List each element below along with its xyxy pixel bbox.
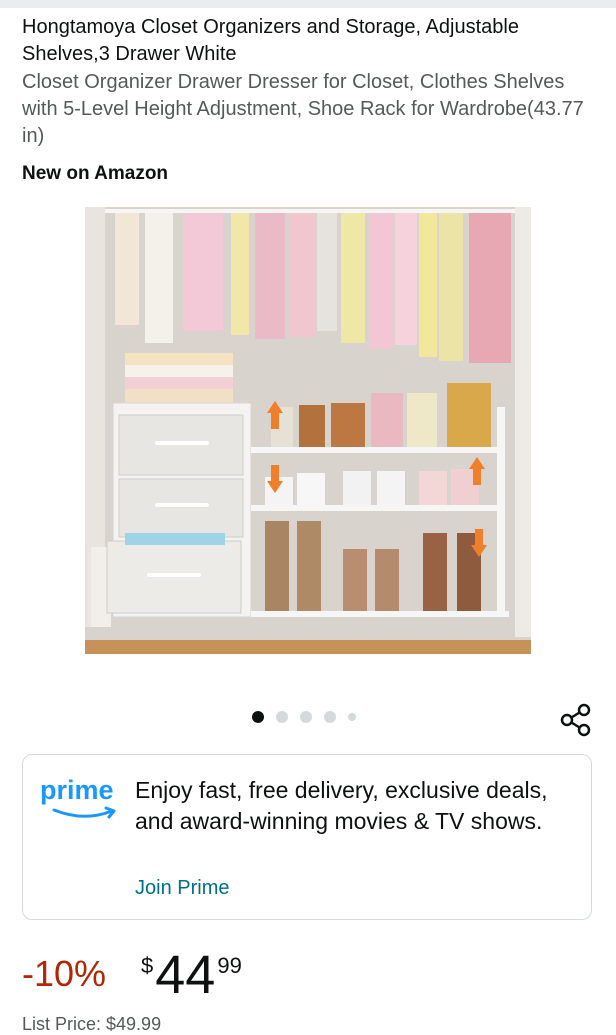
- top-bar: [0, 0, 616, 8]
- product-subtitle: Closet Organizer Drawer Dresser for Clos…: [22, 71, 584, 147]
- list-price: List Price: $49.99: [22, 1014, 162, 1034]
- prime-logo: prime: [40, 775, 122, 825]
- price: $ 44 99: [141, 947, 242, 1003]
- prime-promo-card: prime Enjoy fast, free delivery, exclusi…: [22, 754, 592, 920]
- carousel-dot[interactable]: [276, 711, 288, 723]
- price-currency: $: [141, 953, 154, 978]
- carousel-dot[interactable]: [300, 711, 312, 723]
- carousel-dot[interactable]: [252, 711, 264, 723]
- discount-percent: -10%: [22, 953, 107, 994]
- product-title: Hongtamoya Closet Organizers and Storage…: [22, 16, 519, 65]
- prime-smile-icon: [52, 806, 116, 819]
- price-fraction: 99: [217, 953, 242, 978]
- prime-logo-text: prime: [40, 775, 114, 805]
- prime-message: Enjoy fast, free delivery, exclusive dea…: [135, 777, 548, 834]
- price-whole: 44: [155, 945, 216, 1005]
- share-button[interactable]: [558, 702, 594, 738]
- carousel-dot[interactable]: [324, 711, 336, 723]
- join-prime-link[interactable]: Join Prime: [135, 877, 229, 900]
- carousel-dot[interactable]: [348, 713, 356, 721]
- product-image[interactable]: [85, 207, 531, 654]
- share-icon: [560, 703, 591, 737]
- closet-organizer-illustration: [85, 207, 531, 654]
- carousel-dots: [252, 711, 356, 723]
- new-badge: New on Amazon: [22, 163, 169, 184]
